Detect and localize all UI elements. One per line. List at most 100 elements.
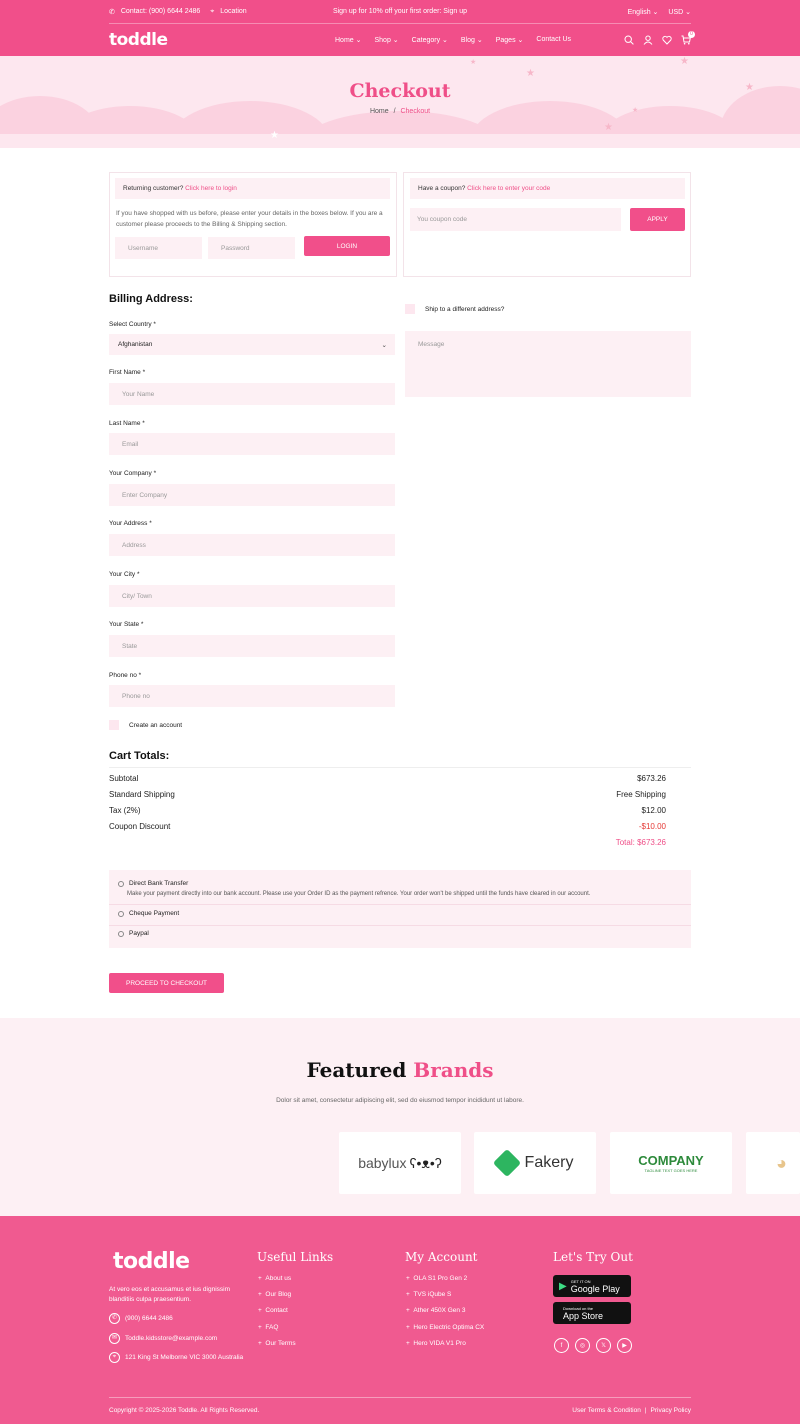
- page-title: Checkout: [349, 80, 451, 102]
- brand-card-fakery[interactable]: Fakery: [474, 1132, 596, 1194]
- password-input[interactable]: Password: [208, 237, 295, 259]
- search-icon[interactable]: [624, 35, 634, 45]
- account-link[interactable]: + OLA S1 Pro Gen 2: [406, 1275, 467, 1282]
- x-twitter-icon[interactable]: 𝕏: [596, 1338, 611, 1353]
- star-icon: ★: [270, 130, 279, 141]
- phone-input[interactable]: Phone no: [109, 685, 395, 707]
- instagram-icon[interactable]: ◎: [575, 1338, 590, 1353]
- try-out-title: Let's Try Out: [553, 1250, 633, 1264]
- site-footer: toddle At vero eos et accusamus et ius d…: [0, 1216, 800, 1424]
- address-input[interactable]: Address: [109, 534, 395, 556]
- footer-phone[interactable]: ✆ (900) 6644 2486: [109, 1313, 173, 1324]
- footer-link-faq[interactable]: + FAQ: [258, 1324, 278, 1331]
- terms-link[interactable]: User Terms & Condition: [572, 1407, 641, 1414]
- footer-address: ⌖ 121 King St Melborne VIC 3000 Australia: [109, 1352, 243, 1363]
- heart-icon[interactable]: [662, 35, 672, 45]
- nav-contact[interactable]: Contact Us: [536, 36, 571, 44]
- brand-card-company[interactable]: COMPANY TAGLINE TEXT GOES HERE: [610, 1132, 732, 1194]
- brand-card-babylux[interactable]: babylux ʕ•ᴥ•ʔ: [339, 1132, 461, 1194]
- cart-row-subtotal: Subtotal $673.26: [109, 774, 666, 783]
- account-link[interactable]: + TVS iQube S: [406, 1291, 451, 1298]
- top-info-bar: ✆ Contact: (900) 6644 2486 ⌖ Location Si…: [109, 0, 691, 24]
- account-link[interactable]: + Hero Electric Optima CX: [406, 1324, 484, 1331]
- footer-link-contact[interactable]: + Contact: [258, 1307, 288, 1314]
- country-select[interactable]: Afghanistan ⌄: [109, 334, 395, 355]
- nav-shop[interactable]: Shop ⌄: [375, 36, 399, 44]
- nav-blog[interactable]: Blog ⌄: [461, 36, 483, 44]
- payment-methods: Direct Bank Transfer Make your payment d…: [109, 870, 691, 948]
- footer-email[interactable]: ✉ Toddle.kidsstore@example.com: [109, 1333, 217, 1344]
- app-store-button[interactable]: Download on the App Store: [553, 1302, 631, 1324]
- coupon-toggle-link[interactable]: Click here to enter your code: [467, 185, 550, 192]
- last-name-label: Last Name *: [109, 420, 145, 427]
- youtube-icon[interactable]: ▶: [617, 1338, 632, 1353]
- google-play-button[interactable]: ▶ GET IT ON Google Play: [553, 1275, 631, 1297]
- first-name-input[interactable]: Your Name: [109, 383, 395, 405]
- radio-button[interactable]: [118, 880, 124, 887]
- breadcrumb-current: Checkout: [400, 108, 431, 115]
- divider: [109, 767, 691, 768]
- footer-about: At vero eos et accusamus et ius dignissi…: [109, 1286, 231, 1303]
- site-logo[interactable]: toddle: [109, 30, 168, 50]
- ship-different-label: Ship to a different address?: [425, 306, 505, 313]
- login-toggle-link[interactable]: Click here to login: [185, 185, 237, 192]
- privacy-link[interactable]: Privacy Policy: [651, 1407, 691, 1414]
- payment-option-bank[interactable]: Direct Bank Transfer: [118, 880, 188, 887]
- brand-card-elephant[interactable]: ◕: [746, 1132, 800, 1194]
- radio-button[interactable]: [118, 930, 124, 937]
- billing-title: Billing Address:: [109, 293, 193, 305]
- useful-links-title: Useful Links: [257, 1250, 334, 1264]
- promo-text[interactable]: Sign up for 10% off your first order: Si…: [109, 8, 691, 15]
- radio-button[interactable]: [118, 910, 124, 917]
- facebook-icon[interactable]: f: [554, 1338, 569, 1353]
- last-name-input[interactable]: Email: [109, 433, 395, 455]
- cart-row-tax: Tax (2%) $12.00: [109, 806, 666, 815]
- nav-home[interactable]: Home ⌄: [335, 36, 362, 44]
- brands-subtitle: Dolor sit amet, consectetur adipiscing e…: [276, 1097, 524, 1104]
- breadcrumb-home[interactable]: Home: [370, 108, 389, 115]
- create-account-checkbox[interactable]: [109, 720, 119, 730]
- nav-pages[interactable]: Pages ⌄: [496, 36, 524, 44]
- state-input[interactable]: State: [109, 635, 395, 657]
- first-name-label: First Name *: [109, 369, 146, 376]
- city-input[interactable]: City/ Town: [109, 585, 395, 607]
- login-button[interactable]: LOGIN: [304, 236, 390, 256]
- footer-link-about[interactable]: + About us: [258, 1275, 291, 1282]
- brands-title: Featured Brands: [306, 1058, 494, 1082]
- coupon-bar: Have a coupon? Click here to enter your …: [410, 178, 685, 199]
- main-nav: Home ⌄ Shop ⌄ Category ⌄ Blog ⌄ Pages ⌄ …: [335, 36, 571, 44]
- account-link[interactable]: + Ather 450X Gen 3: [406, 1307, 465, 1314]
- apply-coupon-button[interactable]: APPLY: [630, 208, 685, 231]
- my-account-title: My Account: [405, 1250, 478, 1264]
- address-label: Your Address *: [109, 520, 152, 527]
- elephant-icon: ◕: [776, 1152, 787, 1173]
- ship-different-checkbox[interactable]: [405, 304, 415, 314]
- play-store-icon: ▶: [559, 1280, 567, 1292]
- nav-category[interactable]: Category ⌄: [412, 36, 448, 44]
- username-input[interactable]: Username: [115, 237, 202, 259]
- phone-icon: ✆: [109, 1313, 120, 1324]
- user-icon[interactable]: [643, 35, 653, 45]
- payment-option-cheque[interactable]: Cheque Payment: [118, 910, 179, 917]
- coupon-input[interactable]: You coupon code: [410, 208, 621, 231]
- cart-icon[interactable]: 0: [681, 31, 695, 45]
- payment-option-paypal[interactable]: Paypal: [118, 930, 149, 937]
- returning-customer-bar: Returning customer? Click here to login: [115, 178, 390, 199]
- hero-base: [0, 134, 800, 148]
- account-link[interactable]: + Hero VIDA V1 Pro: [406, 1340, 466, 1347]
- message-textarea[interactable]: Message: [405, 331, 691, 397]
- copyright-text: Copyright © 2025-2026 Toddle. All Rights…: [109, 1407, 260, 1414]
- company-input[interactable]: Enter Company: [109, 484, 395, 506]
- teddy-bear-icon: ʕ•ᴥ•ʔ: [409, 1155, 442, 1171]
- featured-brands-section: Featured Brands Dolor sit amet, consecte…: [0, 1018, 800, 1216]
- main-nav-bar: toddle Home ⌄ Shop ⌄ Category ⌄ Blog ⌄ P…: [109, 24, 695, 56]
- divider: [109, 925, 691, 926]
- footer-logo[interactable]: toddle: [113, 1249, 190, 1274]
- footer-link-terms[interactable]: + Our Terms: [258, 1340, 296, 1347]
- mail-icon: ✉: [109, 1333, 120, 1344]
- language-select[interactable]: English ⌄: [628, 8, 659, 16]
- currency-select[interactable]: USD ⌄: [668, 8, 691, 16]
- proceed-checkout-button[interactable]: PROCEED TO CHECKOUT: [109, 973, 224, 993]
- footer-link-blog[interactable]: + Our Blog: [258, 1291, 291, 1298]
- city-label: Your City *: [109, 571, 140, 578]
